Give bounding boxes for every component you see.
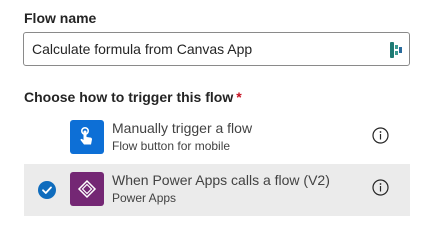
option-title: Manually trigger a flow xyxy=(112,120,253,136)
hand-tap-icon xyxy=(70,120,104,154)
trigger-option-manual[interactable]: Manually trigger a flow Flow button for … xyxy=(24,112,410,164)
trigger-label: Choose how to trigger this flow * xyxy=(24,89,242,105)
selected-check-icon xyxy=(38,181,56,199)
option-subtitle: Flow button for mobile xyxy=(112,139,231,153)
trigger-option-power-apps[interactable]: When Power Apps calls a flow (V2) Power … xyxy=(24,164,410,216)
option-subtitle: Power Apps xyxy=(112,191,177,205)
flow-name-label: Flow name xyxy=(24,10,97,26)
flow-name-field[interactable] xyxy=(23,32,410,66)
option-title: When Power Apps calls a flow (V2) xyxy=(112,172,330,188)
required-indicator: * xyxy=(236,89,242,105)
flow-name-input[interactable] xyxy=(24,33,384,65)
trigger-label-text: Choose how to trigger this flow xyxy=(24,89,234,105)
info-icon[interactable] xyxy=(372,127,389,144)
info-icon[interactable] xyxy=(372,179,389,196)
copilot-suggest-icon[interactable] xyxy=(390,42,404,58)
power-apps-icon xyxy=(70,172,104,206)
